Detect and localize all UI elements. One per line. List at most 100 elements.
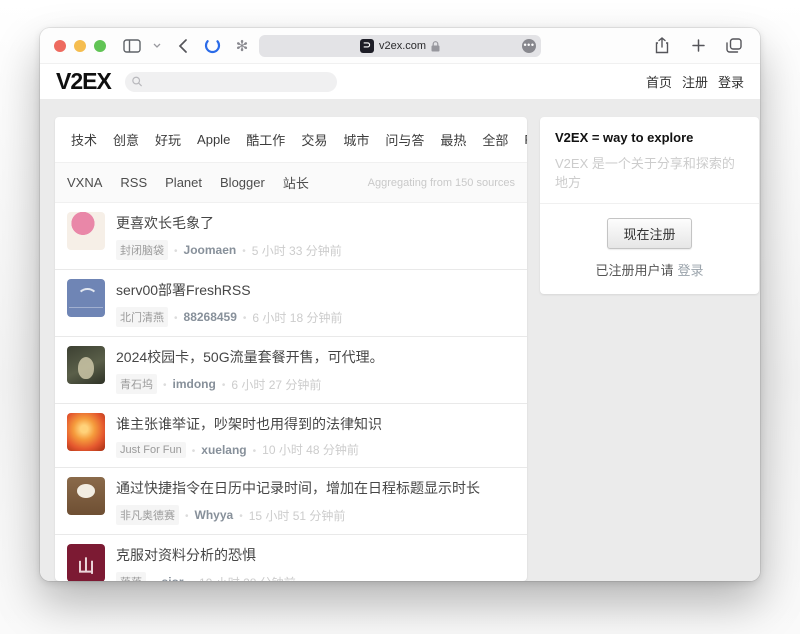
divider <box>540 203 759 204</box>
tab-r2[interactable]: R2 <box>518 129 527 150</box>
subnav-rss-link[interactable]: RSS <box>120 175 147 190</box>
reload-spinner-icon[interactable] <box>200 34 224 58</box>
subnav-webmaster-link[interactable]: 站长 <box>283 173 309 192</box>
intro-card: V2EX = way to explore V2EX 是一个关于分享和探索的地方… <box>540 117 759 294</box>
author-link[interactable]: sior <box>162 575 184 581</box>
tab-all[interactable]: 全部 <box>476 127 514 152</box>
node-badge[interactable]: 非凡奥德赛 <box>116 505 179 525</box>
meta-dot <box>222 377 226 391</box>
post-title-link[interactable]: 克服对资料分析的恐惧 <box>116 545 296 565</box>
post-row: 谁主张谁举证，吵架时也用得到的法律知识 Just For Fun xuelang… <box>55 403 527 467</box>
tab-deals[interactable]: 交易 <box>295 127 333 152</box>
subnav-planet-link[interactable]: Planet <box>165 175 202 190</box>
minimize-window-button[interactable] <box>74 40 86 52</box>
intro-heading: V2EX = way to explore <box>555 130 744 145</box>
extension-pinwheel-icon[interactable]: ✻ <box>230 34 254 58</box>
sidebar-toggle-icon[interactable] <box>120 34 144 58</box>
search-input[interactable] <box>146 76 330 88</box>
aggregating-note: Aggregating from 150 sources <box>368 177 515 189</box>
registered-hint-text: 已注册用户请 <box>595 263 673 278</box>
register-now-button[interactable]: 现在注册 <box>607 218 691 249</box>
meta-dot <box>192 443 196 457</box>
header-nav: 首页 注册 登录 <box>646 72 744 91</box>
author-link[interactable]: 88268459 <box>184 310 237 324</box>
page-body: 技术 创意 好玩 Apple 酷工作 交易 城市 问与答 最热 全部 R2 VX… <box>40 99 760 581</box>
post-row: serv00部署FreshRSS 北门清燕 88268459 6 小时 18 分… <box>55 269 527 336</box>
page-settings-icon[interactable]: ••• <box>522 39 536 53</box>
meta-dot <box>163 377 167 391</box>
url-text: v2ex.com <box>379 40 426 52</box>
post-title-link[interactable]: 2024校园卡，50G流量套餐开售，可代理。 <box>116 347 384 367</box>
tab-play[interactable]: 好玩 <box>149 127 187 152</box>
post-time: 6 小时 18 分钟前 <box>252 309 342 326</box>
avatar[interactable] <box>67 346 105 384</box>
window-controls <box>54 40 106 52</box>
new-tab-icon[interactable] <box>686 34 710 58</box>
close-window-button[interactable] <box>54 40 66 52</box>
node-badge[interactable]: 落落 <box>116 572 146 581</box>
zoom-window-button[interactable] <box>94 40 106 52</box>
post-title-link[interactable]: 通过快捷指令在日历中记录时间，增加在日程标题显示时长 <box>116 478 480 498</box>
post-row: 通过快捷指令在日历中记录时间，增加在日程标题显示时长 非凡奥德赛 Whyya 1… <box>55 467 527 534</box>
main-panel: 技术 创意 好玩 Apple 酷工作 交易 城市 问与答 最热 全部 R2 VX… <box>55 117 527 581</box>
author-link[interactable]: Joomaen <box>184 243 237 257</box>
tab-city[interactable]: 城市 <box>337 127 375 152</box>
post-time: 15 小时 51 分钟前 <box>249 507 346 524</box>
subnav-blogger-link[interactable]: Blogger <box>220 175 265 190</box>
author-link[interactable]: imdong <box>173 377 216 391</box>
share-icon[interactable] <box>650 34 674 58</box>
tab-jobs[interactable]: 酷工作 <box>240 127 291 152</box>
vxna-subnav: VXNA RSS Planet Blogger 站长 Aggregating f… <box>55 162 527 203</box>
node-badge[interactable]: 北门清燕 <box>116 307 168 327</box>
site-favicon: ⊃ <box>360 39 374 53</box>
tab-creative[interactable]: 创意 <box>107 127 145 152</box>
right-sidebar: V2EX = way to explore V2EX 是一个关于分享和探索的地方… <box>540 117 759 581</box>
avatar[interactable] <box>67 544 105 581</box>
node-badge[interactable]: 封闭脑袋 <box>116 240 168 260</box>
tab-tech[interactable]: 技术 <box>65 127 103 152</box>
nav-register-link[interactable]: 注册 <box>682 72 708 91</box>
post-title-link[interactable]: 谁主张谁举证，吵架时也用得到的法律知识 <box>116 414 382 434</box>
chevron-down-icon[interactable] <box>150 34 164 58</box>
tab-hot[interactable]: 最热 <box>434 127 472 152</box>
post-time: 6 小时 27 分钟前 <box>231 376 321 393</box>
post-row: 更喜欢长毛象了 封闭脑袋 Joomaen 5 小时 33 分钟前 <box>55 203 527 269</box>
post-list: 更喜欢长毛象了 封闭脑袋 Joomaen 5 小时 33 分钟前 serv0 <box>55 203 527 581</box>
login-link[interactable]: 登录 <box>678 263 704 278</box>
meta-dot <box>185 508 189 522</box>
nav-login-link[interactable]: 登录 <box>718 72 744 91</box>
node-badge[interactable]: 青石坞 <box>116 374 157 394</box>
browser-toolbar: ✻ ⊃ v2ex.com ••• <box>40 28 760 64</box>
search-box[interactable] <box>125 72 337 92</box>
author-link[interactable]: xuelang <box>201 443 246 457</box>
meta-dot <box>242 243 246 257</box>
post-row: 2024校园卡，50G流量套餐开售，可代理。 青石坞 imdong 6 小时 2… <box>55 336 527 403</box>
meta-dot <box>174 243 178 257</box>
tab-overview-icon[interactable] <box>722 34 746 58</box>
node-badge[interactable]: Just For Fun <box>116 442 186 458</box>
post-title-link[interactable]: serv00部署FreshRSS <box>116 280 342 300</box>
avatar[interactable] <box>67 212 105 250</box>
tab-apple[interactable]: Apple <box>191 129 236 150</box>
back-icon[interactable] <box>170 34 194 58</box>
tab-qna[interactable]: 问与答 <box>379 127 430 152</box>
post-title-link[interactable]: 更喜欢长毛象了 <box>116 213 342 233</box>
address-bar[interactable]: ⊃ v2ex.com ••• <box>259 35 541 57</box>
subnav-vxna-link[interactable]: VXNA <box>67 175 102 190</box>
avatar[interactable] <box>67 477 105 515</box>
meta-dot <box>253 443 257 457</box>
meta-dot <box>239 508 243 522</box>
intro-slogan: V2EX 是一个关于分享和探索的地方 <box>555 153 744 191</box>
post-time: 10 小时 48 分钟前 <box>262 441 359 458</box>
browser-window: ✻ ⊃ v2ex.com ••• V2EX <box>40 28 760 581</box>
nav-home-link[interactable]: 首页 <box>646 72 672 91</box>
v2ex-logo[interactable]: V2EX <box>56 68 111 95</box>
site-header: V2EX 首页 注册 登录 <box>40 64 760 99</box>
post-time: 19 小时 28 分钟前 <box>199 574 296 582</box>
author-link[interactable]: Whyya <box>195 508 234 522</box>
meta-dot <box>190 575 194 581</box>
avatar[interactable] <box>67 279 105 317</box>
meta-dot <box>174 310 178 324</box>
avatar[interactable] <box>67 413 105 451</box>
lock-icon <box>431 41 440 52</box>
